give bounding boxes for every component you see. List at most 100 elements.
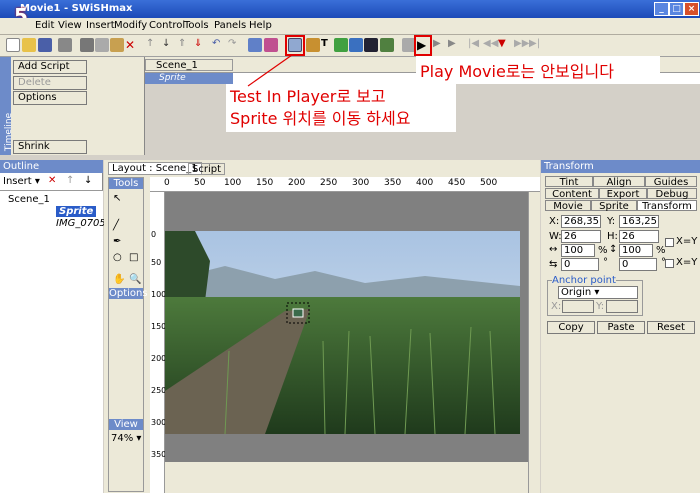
tree-item-scene[interactable]: Scene_1 — [8, 194, 50, 205]
menu-help[interactable]: Help — [249, 20, 272, 31]
play-scene-icon[interactable]: ▶ — [433, 38, 447, 52]
maximize-button[interactable]: □ — [669, 2, 684, 16]
menu-insert[interactable]: Insert — [86, 20, 115, 31]
ruler-v-100: 100 — [151, 290, 167, 299]
ruler-v-150: 150 — [151, 322, 167, 331]
reset-button[interactable]: Reset — [647, 321, 695, 334]
first-frame-icon[interactable]: |◀ — [468, 38, 482, 52]
tab-script[interactable]: Script — [188, 163, 226, 175]
last-frame-icon[interactable]: ▶| — [529, 38, 543, 52]
anchor-y-field[interactable] — [606, 300, 638, 313]
html-icon[interactable] — [380, 38, 394, 52]
xy-lock-checkbox-1[interactable] — [665, 238, 674, 247]
menu-panels[interactable]: Panels — [214, 20, 246, 31]
paste-button[interactable]: Paste — [597, 321, 645, 334]
save-icon[interactable] — [38, 38, 52, 52]
tab-content[interactable]: Content — [545, 188, 599, 200]
options-label: Options — [18, 92, 57, 103]
scene-tab[interactable]: Scene_1 — [145, 59, 233, 71]
tools-palette: Tools Options View 74% ▾ ↖ ╱ ✒ ○ □ ✋ 🔍 — [108, 177, 148, 492]
ellipse-tool-icon[interactable]: ○ — [113, 252, 122, 263]
tab-align[interactable]: Align — [593, 176, 645, 188]
close-button[interactable]: × — [684, 2, 699, 16]
skew-x-field[interactable]: 0 — [561, 258, 599, 271]
skew-y-field[interactable]: 0 — [619, 258, 657, 271]
stage-scrollbar[interactable] — [528, 192, 540, 493]
y-field[interactable]: 163,25 — [619, 215, 659, 228]
ruler-v-50: 50 — [151, 258, 162, 267]
h-field[interactable]: 26 — [619, 230, 659, 243]
copy-icon[interactable] — [95, 38, 109, 52]
delete-icon[interactable]: ✕ — [125, 38, 139, 52]
menu-edit[interactable]: Edit — [35, 20, 54, 31]
move-up-icon[interactable]: ↑ — [146, 38, 160, 52]
open-icon[interactable] — [22, 38, 36, 52]
pen-tool-icon[interactable]: ✒ — [113, 236, 121, 247]
scale-x-field[interactable]: 100 — [561, 244, 595, 257]
tab-movie[interactable]: Movie — [545, 200, 591, 212]
shrink-button[interactable]: Shrink — [13, 140, 87, 154]
add-script-button[interactable]: Add Script — [13, 60, 87, 74]
outline-down-icon[interactable]: ↓ — [84, 175, 92, 186]
tab-transform[interactable]: Transform — [637, 200, 697, 212]
menu-control[interactable]: Control — [149, 20, 185, 31]
sprite-icon[interactable] — [364, 38, 378, 52]
marker-icon[interactable]: ▼ — [498, 38, 512, 52]
ruler-h-300: 300 — [352, 178, 370, 188]
new-icon[interactable] — [6, 38, 20, 52]
export-icon[interactable] — [334, 38, 348, 52]
play-frame-icon[interactable]: ▶ — [448, 38, 462, 52]
image-icon[interactable] — [349, 38, 363, 52]
outline-delete-icon[interactable]: ✕ — [48, 175, 56, 186]
move-down-icon[interactable]: ↓ — [162, 38, 176, 52]
sprite-layer[interactable]: Sprite — [145, 73, 233, 84]
zoom-tool-icon[interactable]: 🔍 — [129, 274, 141, 285]
delete-button[interactable]: Delete — [13, 76, 87, 90]
copy-button[interactable]: Copy — [547, 321, 595, 334]
line-tool-icon[interactable]: ╱ — [113, 220, 119, 231]
rect-tool-icon[interactable]: □ — [129, 252, 138, 263]
select-tool-icon[interactable]: ↖ — [113, 193, 121, 204]
player-icon[interactable] — [306, 38, 320, 52]
outline-up-icon[interactable]: ↑ — [66, 175, 74, 186]
tab-guides[interactable]: Guides — [645, 176, 697, 188]
tree-item-image[interactable]: IMG_0705 — [56, 218, 106, 229]
cut-icon[interactable] — [80, 38, 94, 52]
tree-label-scene: Scene_1 — [8, 194, 50, 205]
anchor-x-field[interactable] — [562, 300, 594, 313]
anchor-select[interactable]: Origin ▾ — [558, 286, 638, 299]
window-title: Movie1 - SWiSHmax — [20, 3, 133, 14]
tab-tint[interactable]: Tint — [545, 176, 593, 188]
tab-debug[interactable]: Debug — [647, 188, 697, 200]
prev-frame-icon[interactable]: ◀◀ — [483, 38, 498, 52]
zoom-select[interactable]: 74% ▾ — [111, 433, 141, 444]
text-icon[interactable]: T — [321, 38, 335, 52]
options-title: Options — [109, 288, 148, 299]
options-dropdown[interactable]: Options — [13, 91, 87, 105]
tree-item-sprite[interactable]: Sprite — [56, 206, 97, 217]
move-top-icon[interactable]: ⇑ — [178, 38, 192, 52]
menu-view[interactable]: View — [58, 20, 82, 31]
anchor-value: Origin — [561, 287, 592, 298]
ruler-v-300: 300 — [151, 418, 167, 427]
paste-icon[interactable] — [110, 38, 124, 52]
print-icon[interactable] — [58, 38, 72, 52]
insert-menu[interactable]: Insert ▾ — [3, 176, 40, 187]
w-field[interactable]: 26 — [561, 230, 601, 243]
callout-line2: Sprite 위치를 이동 하세요 — [230, 109, 411, 128]
menu-modify[interactable]: Modify — [114, 20, 147, 31]
hand-tool-icon[interactable]: ✋ — [113, 274, 125, 285]
minimize-button[interactable]: _ — [654, 2, 669, 16]
next-frame-icon[interactable]: ▶▶ — [514, 38, 529, 52]
xy-lock-checkbox-2[interactable] — [665, 259, 674, 268]
move-bottom-icon[interactable]: ⇓ — [194, 38, 208, 52]
undo-icon[interactable]: ↶ — [212, 38, 226, 52]
x-field[interactable]: 268,35 — [561, 215, 601, 228]
tab-sprite[interactable]: Sprite — [591, 200, 637, 212]
ruler-v-350: 350 — [151, 450, 167, 459]
ruler-v-250: 250 — [151, 386, 167, 395]
scale-y-field[interactable]: 100 — [619, 244, 653, 257]
menu-tools[interactable]: Tools — [184, 20, 209, 31]
h-label: H: — [607, 231, 618, 242]
tab-export[interactable]: Export — [599, 188, 647, 200]
